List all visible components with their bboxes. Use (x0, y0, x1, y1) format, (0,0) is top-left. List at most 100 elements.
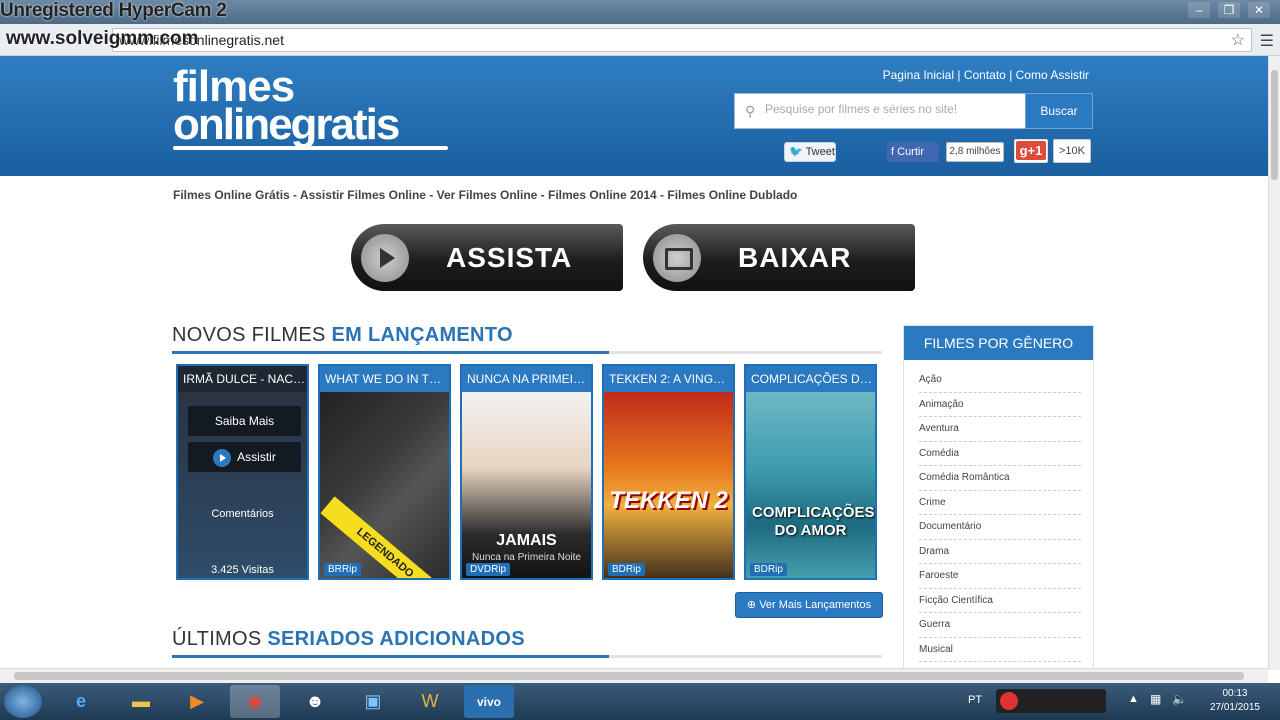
ver-mais-lancamentos-button[interactable]: ⊕ Ver Mais Lançamentos (735, 592, 883, 618)
search-input[interactable] (765, 102, 1015, 116)
clock[interactable]: 00:13 27/01/2015 (1210, 687, 1260, 715)
poster-subtitle: Nunca na Primeira Noite (472, 552, 581, 563)
language-indicator[interactable]: PT (968, 694, 982, 706)
genre-item[interactable]: Musical (919, 638, 1081, 662)
scroll-thumb[interactable] (14, 672, 1244, 680)
genre-title: FILMES POR GÊNERO (904, 326, 1093, 360)
search-box: ⚲ (734, 93, 1026, 129)
poster-title: COMPLICAÇÕES DO AMOR (752, 504, 875, 539)
nav-contato[interactable]: Contato (964, 68, 1006, 82)
facebook-like-button[interactable]: f Curtir (887, 142, 939, 162)
genre-list: Ação Animação Aventura Comédia Comédia R… (904, 360, 1093, 662)
site-logo[interactable]: filmes onlinegratis (173, 65, 448, 150)
search-icon: ⚲ (745, 103, 756, 119)
genre-item[interactable]: Comédia Romântica (919, 466, 1081, 491)
genre-item[interactable]: Comédia (919, 442, 1081, 466)
movie-card[interactable]: COMPLICAÇÕES DO AMOR COMPLICAÇÕES DO AMO… (744, 364, 877, 580)
site-header: filmes onlinegratis Pagina Inicial | Con… (0, 56, 1268, 176)
quality-badge: BRRip (324, 563, 361, 576)
like-count: 2,8 milhões (946, 142, 1004, 162)
tray-arrow-icon[interactable]: ▲ (1128, 693, 1139, 705)
folder-icon[interactable]: ▬ (116, 685, 166, 718)
start-button[interactable] (4, 685, 42, 718)
movie-poster: JAMAIS Nunca na Primeira Noite DVDRip (462, 392, 591, 578)
logo-line2: onlinegratis (173, 100, 400, 149)
play-icon (213, 448, 232, 467)
section-divider (172, 351, 882, 354)
assista-button[interactable]: ASSISTA (351, 224, 623, 291)
nav-como-assistir[interactable]: Como Assistir (1016, 68, 1089, 82)
window-controls: – ❐ ✕ (1188, 2, 1270, 18)
movie-title: WHAT WE DO IN THE SHADOWS (320, 366, 449, 392)
movie-card[interactable]: NUNCA NA PRIMEIRA NOITE JAMAIS Nunca na … (460, 364, 593, 580)
movie-title: NUNCA NA PRIMEIRA NOITE (462, 366, 591, 392)
taskbar: e ▬ ▶ ◉ ☻ ▣ W vivo PT ▲ ▦ 🔈 00:13 27/01/… (0, 683, 1280, 720)
assistir-button[interactable]: Assistir (188, 442, 301, 472)
play-icon (361, 234, 409, 282)
poster-title: TEKKEN 2 (609, 487, 728, 514)
top-nav: Pagina Inicial | Contato | Como Assistir (882, 68, 1089, 82)
genre-item[interactable]: Aventura (919, 417, 1081, 442)
recorder-controls[interactable] (996, 689, 1106, 713)
baixar-button[interactable]: BAIXAR (643, 224, 915, 291)
bookmark-star-icon[interactable]: ☆ (1231, 30, 1245, 52)
gplus-button[interactable]: g+1 (1014, 139, 1048, 163)
movie-poster: COMPLICAÇÕES DO AMOR BDRip (746, 392, 875, 578)
minimize-icon[interactable]: – (1188, 2, 1210, 18)
genre-item[interactable]: Guerra (919, 613, 1081, 638)
genre-item[interactable]: Documentário (919, 515, 1081, 540)
watermark-top: Unregistered HyperCam 2 (0, 0, 227, 21)
maximize-icon[interactable]: ❐ (1218, 2, 1240, 18)
photoshop-icon[interactable]: ▣ (348, 685, 398, 718)
quality-badge: BDRip (608, 563, 645, 576)
genre-item[interactable]: Faroeste (919, 564, 1081, 589)
twitter-icon: 🐦 (789, 146, 803, 158)
horizontal-scrollbar[interactable] (0, 668, 1268, 683)
vivo-icon[interactable]: vivo (464, 685, 514, 718)
movie-card[interactable]: IRMÃ DULCE - NACIONAL Saiba Mais Assisti… (176, 364, 309, 580)
social-buttons: 🐦 Tweet f Curtir 2,8 milhões g+1 >10K (784, 139, 1094, 164)
movie-card[interactable]: TEKKEN 2: A VINGANÇA DE KAZUYA TEKKEN 2 … (602, 364, 735, 580)
system-tray: PT ▲ ▦ 🔈 00:13 27/01/2015 (960, 683, 1280, 720)
section-title-lancamentos: NOVOS FILMES EM LANÇAMENTO (172, 324, 513, 346)
saiba-mais-button[interactable]: Saiba Mais (188, 406, 301, 436)
quality-badge: DVDRip (466, 563, 511, 576)
comentarios-link[interactable]: Comentários (178, 508, 307, 520)
watermark-bottom: www.solveigmm.com (6, 28, 199, 49)
network-icon[interactable]: ▦ (1150, 692, 1161, 706)
section-title-seriados: ÚLTIMOS SERIADOS ADICIONADOS (172, 628, 525, 650)
movie-card[interactable]: WHAT WE DO IN THE SHADOWS LEGENDADO BRRi… (318, 364, 451, 580)
search-button[interactable]: Buscar (1025, 93, 1093, 129)
volume-icon[interactable]: 🔈 (1172, 692, 1187, 706)
ie-icon[interactable]: e (56, 685, 106, 718)
genre-item[interactable]: Ação (919, 368, 1081, 393)
movie-poster: Saiba Mais Assistir Comentários 3.425 Vi… (178, 392, 307, 578)
app-icon[interactable]: ☻ (290, 685, 340, 718)
genre-sidebar: FILMES POR GÊNERO Ação Animação Aventura… (903, 325, 1094, 670)
genre-item[interactable]: Ficção Científica (919, 589, 1081, 613)
quality-badge: BDRip (750, 563, 787, 576)
scroll-thumb[interactable] (1271, 70, 1278, 180)
record-icon[interactable] (1000, 692, 1018, 710)
close-icon[interactable]: ✕ (1248, 2, 1270, 18)
download-icon (653, 234, 701, 282)
media-player-icon[interactable]: ▶ (172, 685, 222, 718)
chrome-icon[interactable]: ◉ (230, 685, 280, 718)
genre-item[interactable]: Drama (919, 540, 1081, 564)
movie-poster: TEKKEN 2 BDRip (604, 392, 733, 578)
game-icon[interactable]: W (405, 685, 455, 718)
vertical-scrollbar[interactable] (1268, 56, 1280, 670)
url-input[interactable]: www.filmesonlinegratis.net ☆ (112, 28, 1252, 52)
browser-menu-icon[interactable]: ☰ (1260, 31, 1274, 51)
site-tagline: Filmes Online Grátis - Assistir Filmes O… (173, 188, 798, 202)
movie-title: TEKKEN 2: A VINGANÇA DE KAZUYA (604, 366, 733, 392)
poster-title: JAMAIS (496, 532, 557, 549)
nav-pagina-inicial[interactable]: Pagina Inicial (883, 68, 954, 82)
genre-item[interactable]: Animação (919, 393, 1081, 417)
section-divider (172, 655, 882, 658)
movie-poster: LEGENDADO BRRip (320, 392, 449, 578)
tweet-button[interactable]: 🐦 Tweet (784, 142, 836, 162)
genre-item[interactable]: Crime (919, 491, 1081, 515)
visit-count: 3.425 Visitas (211, 564, 274, 576)
movie-title: IRMÃ DULCE - NACIONAL (178, 366, 307, 392)
